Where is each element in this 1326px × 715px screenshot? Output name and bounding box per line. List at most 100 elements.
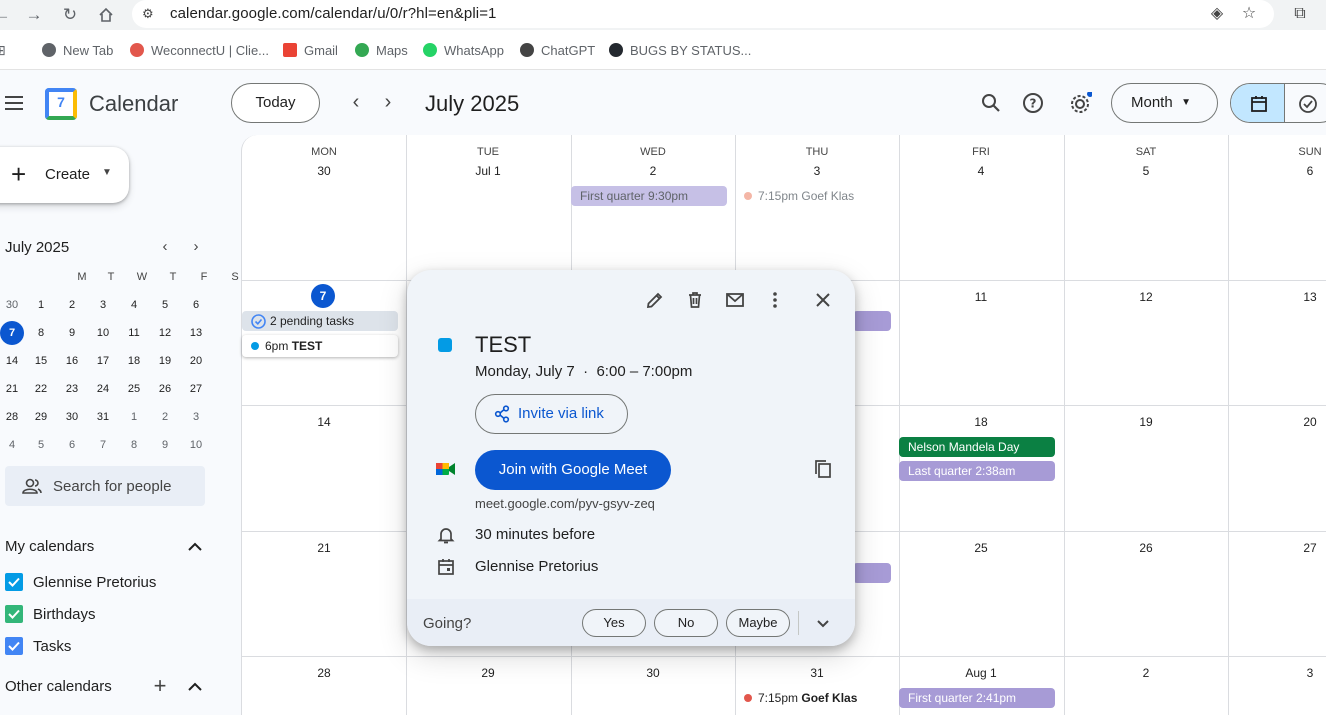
event-last-quarter[interactable]: Last quarter 2:38am (899, 461, 1055, 481)
back-icon[interactable]: ← (0, 3, 14, 27)
day-number[interactable]: 20 (1228, 415, 1326, 429)
calendar-view-toggle-button[interactable] (1231, 84, 1285, 122)
day-number[interactable]: 12 (1064, 290, 1228, 304)
mini-calendar-day[interactable]: 6 (60, 433, 84, 457)
copy-icon[interactable] (812, 458, 834, 480)
mini-calendar-day[interactable]: 4 (0, 433, 24, 457)
reload-icon[interactable]: ↻ (58, 3, 82, 27)
help-icon[interactable]: ? (1022, 92, 1044, 114)
apps-grid-icon[interactable]: ⊞ (0, 42, 6, 58)
collapse-chevron-icon[interactable] (186, 538, 204, 556)
day-number[interactable]: 19 (1064, 415, 1228, 429)
mini-calendar-day[interactable]: 15 (29, 349, 53, 373)
event-first-quarter-aug1[interactable]: First quarter 2:41pm (899, 688, 1055, 708)
checkbox-checked-icon[interactable] (5, 573, 23, 591)
mini-calendar-day[interactable]: 20 (184, 349, 208, 373)
edit-pencil-icon[interactable] (644, 289, 666, 311)
day-number[interactable]: Jul 1 (406, 164, 570, 178)
rsvp-options-chevron-icon[interactable] (812, 612, 834, 634)
event-nelson-mandela-day[interactable]: Nelson Mandela Day (899, 437, 1055, 457)
mini-calendar-day[interactable]: 9 (153, 433, 177, 457)
mini-calendar-day[interactable]: 6 (184, 293, 208, 317)
today-button[interactable]: Today (231, 83, 320, 123)
mini-calendar-next-icon[interactable]: › (188, 239, 204, 256)
mini-calendar-day[interactable]: 26 (153, 377, 177, 401)
email-envelope-icon[interactable] (724, 289, 746, 311)
mini-calendar-day[interactable]: 23 (60, 377, 84, 401)
event-goef-klas-jul31[interactable]: 7:15pm Goef Klas (735, 689, 857, 707)
mini-calendar-day[interactable]: 29 (29, 405, 53, 429)
event-first-quarter-jul2[interactable]: First quarter 9:30pm (571, 186, 727, 206)
mini-calendar-day[interactable]: 18 (122, 349, 146, 373)
mini-calendar-day[interactable]: 8 (122, 433, 146, 457)
event-test-jul7[interactable]: 6pm TEST (242, 335, 398, 357)
mini-calendar-day[interactable]: 5 (29, 433, 53, 457)
address-bar[interactable]: ⚙ calendar.google.com/calendar/u/0/r?hl=… (132, 0, 1274, 28)
mini-calendar-day[interactable]: 11 (122, 321, 146, 345)
mini-calendar-day[interactable]: 3 (91, 293, 115, 317)
my-calendars-title[interactable]: My calendars (5, 538, 94, 555)
mini-calendar-day[interactable]: 30 (60, 405, 84, 429)
previous-period-icon[interactable]: ‹ (346, 92, 366, 113)
other-calendars-title[interactable]: Other calendars (5, 678, 112, 695)
mini-calendar-day[interactable]: 22 (29, 377, 53, 401)
mini-calendar-day[interactable]: 4 (122, 293, 146, 317)
mini-calendar-day[interactable]: 31 (91, 405, 115, 429)
bookmark-bugs-by-status[interactable]: BUGS BY STATUS... (609, 42, 751, 58)
rsvp-yes-button[interactable]: Yes (582, 609, 646, 637)
today-date-circle[interactable]: 7 (311, 284, 335, 308)
my-calendar-item[interactable]: Glennise Pretorius (5, 572, 156, 592)
day-number[interactable]: 30 (571, 666, 735, 680)
forward-icon[interactable]: → (22, 3, 46, 27)
my-calendar-item[interactable]: Birthdays (5, 604, 96, 624)
day-number[interactable]: 14 (242, 415, 406, 429)
bookmark-whatsapp[interactable]: WhatsApp (423, 42, 504, 58)
home-icon[interactable] (94, 3, 118, 27)
tasks-view-toggle-button[interactable] (1286, 84, 1326, 122)
address-url[interactable]: calendar.google.com/calendar/u/0/r?hl=en… (170, 5, 497, 22)
rsvp-no-button[interactable]: No (654, 609, 718, 637)
mini-calendar-day[interactable]: 16 (60, 349, 84, 373)
bookmark-maps[interactable]: Maps (355, 42, 408, 58)
mini-calendar-day[interactable]: 21 (0, 377, 24, 401)
rsvp-maybe-button[interactable]: Maybe (726, 609, 790, 637)
delete-trash-icon[interactable] (684, 289, 706, 311)
join-google-meet-button[interactable]: Join with Google Meet (475, 450, 671, 490)
my-calendar-item[interactable]: Tasks (5, 636, 71, 656)
day-number[interactable]: 28 (242, 666, 406, 680)
day-number[interactable]: 30 (242, 164, 406, 178)
day-number[interactable]: 11 (899, 290, 1063, 304)
settings-gear-icon[interactable] (1068, 91, 1093, 114)
bookmark-weconnectu[interactable]: WeconnectU | Clie... (130, 42, 269, 58)
mini-calendar-day[interactable]: 17 (91, 349, 115, 373)
mini-calendar-day[interactable]: 8 (29, 321, 53, 345)
bookmark-star-icon[interactable]: ☆ (1239, 4, 1259, 24)
calendar-logo-icon[interactable]: 7 (45, 88, 77, 120)
search-for-people-input[interactable]: Search for people (5, 466, 205, 506)
pending-tasks-chip[interactable]: 2 pending tasks (242, 311, 398, 331)
bookmark-chatgpt[interactable]: ChatGPT (520, 42, 595, 58)
install-app-icon[interactable]: ◈ (1207, 4, 1227, 24)
day-number[interactable]: 4 (899, 164, 1063, 178)
mini-calendar-day[interactable]: 7 (0, 321, 24, 345)
add-other-calendar-icon[interactable]: + (151, 675, 169, 697)
day-number[interactable]: 27 (1228, 541, 1326, 555)
day-number[interactable]: 5 (1064, 164, 1228, 178)
mini-calendar-day[interactable]: 9 (60, 321, 84, 345)
mini-calendar-day[interactable]: 5 (153, 293, 177, 317)
mini-calendar-day[interactable]: 13 (184, 321, 208, 345)
day-number[interactable]: 3 (1228, 666, 1326, 680)
day-number[interactable]: 18 (899, 415, 1063, 429)
mini-calendar-day[interactable]: 24 (91, 377, 115, 401)
mini-calendar-day[interactable]: 2 (60, 293, 84, 317)
mini-calendar-day[interactable]: 1 (29, 293, 53, 317)
day-number[interactable]: 2 (1064, 666, 1228, 680)
main-menu-icon[interactable] (5, 96, 23, 110)
more-options-icon[interactable] (764, 289, 786, 311)
day-number[interactable]: 13 (1228, 290, 1326, 304)
day-number[interactable]: 26 (1064, 541, 1228, 555)
mini-calendar-day[interactable]: 14 (0, 349, 24, 373)
mini-calendar-day[interactable]: 10 (91, 321, 115, 345)
create-button[interactable]: + Create ▼ (0, 147, 129, 203)
next-period-icon[interactable]: › (378, 92, 398, 113)
